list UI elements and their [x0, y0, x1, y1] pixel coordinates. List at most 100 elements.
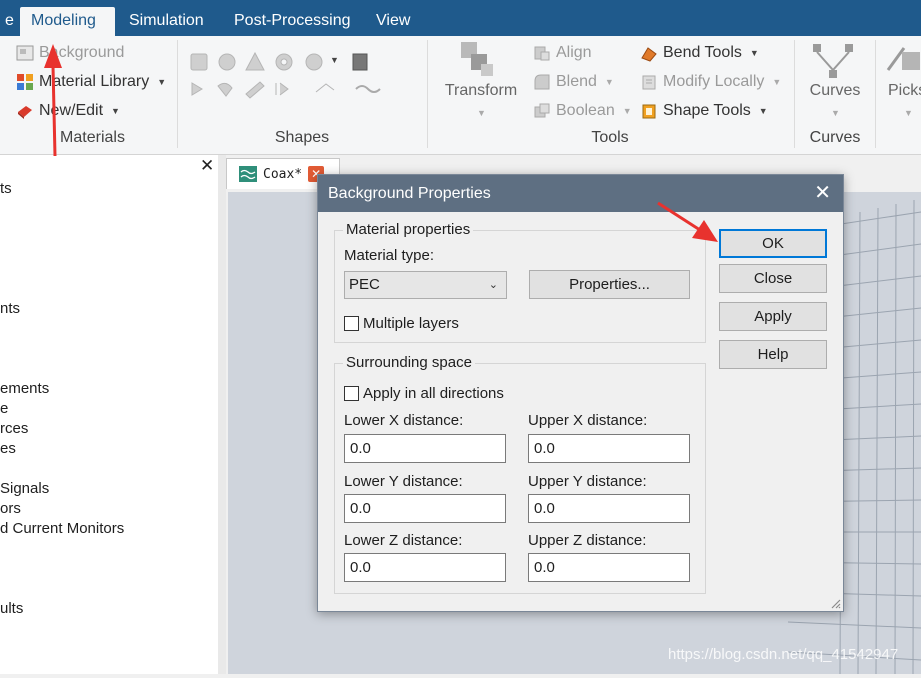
- bend-tools-button[interactable]: Bend Tools ▼: [640, 44, 759, 62]
- background-icon: [16, 44, 34, 62]
- tree-item[interactable]: Signals: [0, 480, 49, 497]
- wave-icon: [355, 85, 381, 93]
- boolean-button[interactable]: Boolean ▼: [533, 102, 632, 120]
- curves-group-label: Curves: [809, 129, 861, 146]
- apply-all-directions-checkbox[interactable]: Apply in all directions: [344, 385, 504, 402]
- picks-icon: [886, 47, 920, 71]
- multiple-layers-label: Multiple layers: [363, 315, 459, 332]
- ribbon-divider: [177, 40, 178, 148]
- material-type-select[interactable]: PEC ⌄: [344, 271, 507, 299]
- chevron-down-icon: ⌄: [488, 279, 498, 291]
- tree-item[interactable]: ors: [0, 500, 21, 517]
- help-button[interactable]: Help: [719, 340, 827, 369]
- tools-group-label: Tools: [591, 129, 629, 146]
- materials-group-label: Materials: [60, 129, 125, 146]
- material-library-icon: [16, 73, 34, 91]
- align-icon: [533, 44, 551, 62]
- background-button[interactable]: Background: [16, 44, 124, 62]
- cylinder-icon: [305, 53, 323, 71]
- picks-label: Picks: [888, 82, 921, 99]
- close-icon[interactable]: ✕: [200, 156, 214, 176]
- background-properties-dialog: Background Properties ✕ Material propert…: [317, 174, 844, 612]
- new-edit-label: New/Edit: [39, 102, 104, 119]
- shapes-icons: [188, 50, 388, 120]
- transform-icon: [461, 42, 493, 76]
- curves-label: Curves: [809, 82, 861, 99]
- extrude-icon: [352, 53, 368, 71]
- tree-item[interactable]: ts: [0, 180, 12, 197]
- chevron-down-icon: ▼: [604, 77, 614, 87]
- curve-shape-icon: [315, 83, 335, 93]
- material-properties-label: Material properties: [343, 221, 474, 238]
- tree-item[interactable]: rces: [0, 420, 28, 437]
- checkbox-box: [344, 386, 359, 401]
- tab-simulation[interactable]: Simulation: [118, 7, 215, 36]
- tab-modeling[interactable]: Modeling: [20, 7, 115, 36]
- transform-label: Transform: [444, 82, 518, 99]
- shape-tools-button[interactable]: Shape Tools ▼: [640, 102, 768, 120]
- dialog-title: Background Properties: [318, 175, 843, 212]
- chevron-down-icon: ▼: [758, 106, 768, 116]
- tree-item[interactable]: e: [0, 400, 8, 417]
- tree-item[interactable]: ults: [0, 600, 23, 617]
- lower-y-field[interactable]: 0.0: [344, 494, 506, 523]
- tree-item[interactable]: es: [0, 440, 16, 457]
- tree-item[interactable]: d Current Monitors: [0, 520, 124, 537]
- ribbon-divider: [427, 40, 428, 148]
- loft-icon: [275, 82, 289, 96]
- tab-view[interactable]: View: [365, 7, 421, 36]
- sphere-icon: [218, 53, 236, 71]
- new-edit-icon: [16, 102, 34, 120]
- ribbon-divider: [875, 40, 876, 148]
- material-library-label: Material Library: [39, 73, 150, 90]
- blend-button[interactable]: Blend ▼: [533, 73, 614, 91]
- background-label: Background: [39, 44, 125, 61]
- tree-item[interactable]: ements: [0, 380, 49, 397]
- chevron-down-icon: ▼: [622, 106, 632, 116]
- chevron-down-icon: ▼: [477, 108, 486, 118]
- curves-icon: [813, 44, 853, 78]
- transform-button[interactable]: Transform ▼: [437, 40, 525, 122]
- tree-item[interactable]: nts: [0, 300, 20, 317]
- cone-icon: [245, 51, 265, 71]
- watermark: https://blog.csdn.net/qq_41542947: [668, 646, 899, 663]
- resize-grip-icon[interactable]: [829, 597, 841, 609]
- hand-shape-icon: [217, 82, 233, 97]
- boolean-icon: [533, 102, 551, 120]
- upper-y-field[interactable]: 0.0: [528, 494, 690, 523]
- arrow-shape-icon: [191, 82, 203, 96]
- lower-x-field[interactable]: 0.0: [344, 434, 506, 463]
- ok-button[interactable]: OK: [719, 229, 827, 258]
- shapes-group-label: Shapes: [274, 129, 330, 146]
- ribbon: Background Material Library ▼ New/Edit ▼…: [0, 36, 921, 155]
- upper-x-label: Upper X distance:: [528, 412, 648, 429]
- panel-splitter[interactable]: [218, 155, 226, 674]
- upper-x-field[interactable]: 0.0: [528, 434, 690, 463]
- align-label: Align: [556, 44, 592, 61]
- curves-button[interactable]: Curves ▼: [803, 40, 867, 122]
- surrounding-space-label: Surrounding space: [343, 354, 475, 371]
- apply-button[interactable]: Apply: [719, 302, 827, 331]
- close-button[interactable]: Close: [719, 264, 827, 293]
- modify-locally-icon: [640, 73, 658, 91]
- brick-icon: [190, 53, 208, 71]
- align-button[interactable]: Align: [533, 44, 592, 62]
- lower-z-field[interactable]: 0.0: [344, 553, 506, 582]
- close-icon[interactable]: ✕: [814, 175, 831, 212]
- blend-icon: [533, 73, 551, 91]
- picks-button[interactable]: Picks ▼: [884, 40, 921, 122]
- multiple-layers-checkbox[interactable]: Multiple layers: [344, 315, 459, 332]
- chevron-down-icon: ▼: [157, 77, 167, 87]
- new-edit-button[interactable]: New/Edit ▼: [16, 102, 120, 120]
- chevron-down-icon: ▼: [111, 106, 120, 116]
- chevron-down-icon: ▼: [749, 48, 759, 58]
- lower-z-label: Lower Z distance:: [344, 532, 463, 549]
- upper-z-field[interactable]: 0.0: [528, 553, 690, 582]
- material-library-button[interactable]: Material Library ▼: [16, 73, 166, 91]
- modify-locally-button[interactable]: Modify Locally ▼: [640, 73, 781, 91]
- chevron-down-icon: ▼: [904, 108, 913, 118]
- tab-post-processing[interactable]: Post-Processing: [223, 7, 362, 36]
- lower-y-label: Lower Y distance:: [344, 473, 463, 490]
- properties-button[interactable]: Properties...: [529, 270, 690, 299]
- upper-y-label: Upper Y distance:: [528, 473, 647, 490]
